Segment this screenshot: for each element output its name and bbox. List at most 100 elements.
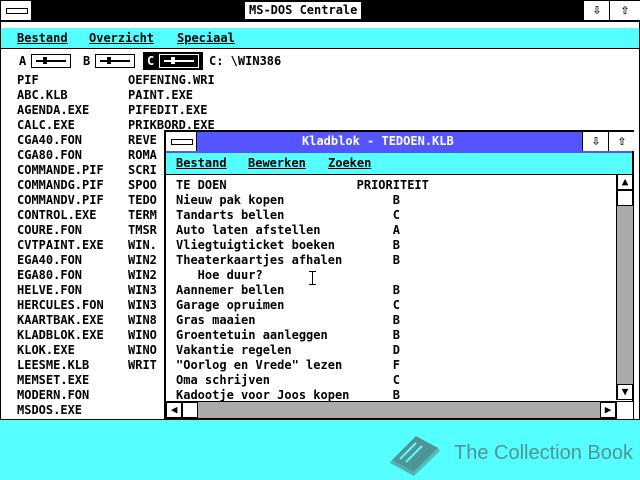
main-system-menu-button[interactable] [1, 1, 32, 20]
file-item[interactable]: WIN2 [128, 253, 157, 268]
up-arrow-icon: ▲ [621, 175, 629, 188]
minimize-arrow-icon: ⇩ [591, 133, 601, 149]
notepad-text-line: Kadootje voor Joos kopen B [176, 388, 400, 401]
main-menu-overzicht[interactable]: Overzicht [89, 30, 154, 46]
notepad-text-line: Tandarts bellen C [176, 208, 400, 222]
maximize-arrow-icon: ⇧ [620, 2, 630, 18]
notepad-title-bar[interactable]: Kladblok - TEDOEN.KLB ⇩ ⇧ [166, 132, 635, 154]
scroll-up-button[interactable]: ▲ [617, 174, 633, 190]
file-item[interactable]: CVTPAINT.EXE [17, 238, 104, 253]
file-list-col1: PIF ABC.KLB AGENDA.EXE CALC.EXE CGA40.FON CGA… [17, 73, 127, 418]
file-item[interactable]: ABC.KLB [17, 88, 68, 103]
file-item[interactable]: MEMSET.EXE [17, 373, 89, 388]
notepad-horizontal-scrollbar[interactable]: ◀ ▶ [166, 401, 616, 418]
file-item[interactable]: AGENDA.EXE [17, 103, 89, 118]
file-item[interactable]: PIF [17, 73, 39, 88]
file-item[interactable]: WINO [128, 343, 157, 358]
file-item[interactable]: REVE [128, 133, 157, 148]
notepad-text-line: "Oorlog en Vrede" lezen F [176, 358, 400, 372]
notepad-maximize-button[interactable]: ⇧ [608, 132, 635, 151]
drive-a-letter: A [19, 54, 27, 68]
vertical-scroll-thumb[interactable] [617, 190, 633, 206]
system-menu-icon [171, 139, 193, 145]
notepad-text-line: Auto laten afstellen A [176, 223, 400, 237]
main-minimize-button[interactable]: ⇩ [583, 1, 610, 20]
file-item[interactable]: COMMANDV.PIF [17, 193, 104, 208]
notepad-text-area[interactable]: TE DOEN PRIORITEIT Nieuw pak kopen B Tanda… [166, 175, 616, 401]
notepad-text-line: Hoe duur? [176, 268, 263, 282]
main-menu-bar: Bestand Overzicht Speciaal [1, 28, 639, 49]
file-item[interactable]: LEESME.KLB [17, 358, 89, 373]
book-icon [390, 436, 440, 476]
notepad-vertical-scrollbar[interactable]: ▲ ▼ [616, 174, 633, 400]
file-item[interactable]: MODERN.FON [17, 388, 89, 403]
notepad-minimize-button[interactable]: ⇩ [582, 132, 609, 151]
scroll-right-button[interactable]: ▶ [600, 402, 616, 418]
file-item[interactable]: KLADBLOK.EXE [17, 328, 104, 343]
file-item[interactable]: WINO [128, 328, 157, 343]
main-title-bar[interactable]: MS-DOS Centrale ⇩ ⇧ [1, 1, 640, 22]
notepad-system-menu-button[interactable] [166, 132, 197, 151]
file-item[interactable]: TMSR [128, 223, 157, 238]
file-item[interactable]: SPOO [128, 178, 157, 193]
file-item[interactable]: WIN3 [128, 298, 157, 313]
drive-a-icon [31, 54, 71, 68]
file-item[interactable]: WIN8 [128, 313, 157, 328]
notepad-text-line: TE DOEN PRIORITEIT [176, 178, 429, 192]
file-item[interactable]: ROMA [128, 148, 157, 163]
file-item[interactable]: WRIT [128, 358, 157, 373]
notepad-menu-zoeken[interactable]: Zoeken [328, 155, 371, 171]
file-item[interactable]: WIN2 [128, 268, 157, 283]
notepad-text-line: Oma schrijven C [176, 373, 400, 387]
drive-b-icon [95, 54, 135, 68]
file-item[interactable]: EGA80.FON [17, 268, 82, 283]
file-item[interactable]: TEDO [128, 193, 157, 208]
size-box[interactable] [616, 401, 633, 419]
file-item[interactable]: WIN. [128, 238, 157, 253]
current-path: C: \WIN386 [209, 54, 282, 68]
file-item[interactable]: PAINT.EXE [128, 88, 193, 103]
maximize-arrow-icon: ⇧ [617, 133, 627, 149]
file-item[interactable]: KAARTBAK.EXE [17, 313, 104, 328]
file-item[interactable]: CGA40.FON [17, 133, 82, 148]
drive-a[interactable]: A [19, 52, 75, 70]
file-item[interactable]: OEFENING.WRI [128, 73, 215, 88]
main-maximize-button[interactable]: ⇧ [609, 1, 640, 20]
file-item[interactable]: CGA80.FON [17, 148, 82, 163]
notepad-text-line: Groentetuin aanleggen B [176, 328, 400, 342]
drive-b[interactable]: B [83, 52, 139, 70]
right-arrow-icon: ▶ [604, 403, 612, 416]
kladblok-window: Kladblok - TEDOEN.KLB ⇩ ⇧ Bestand Bewerk… [164, 130, 635, 420]
notepad-menu-bar: Bestand Bewerken Zoeken [166, 153, 632, 175]
file-item[interactable]: HERCULES.FON [17, 298, 104, 313]
file-item[interactable]: HELVE.FON [17, 283, 82, 298]
file-item[interactable]: COMMANDG.PIF [17, 178, 104, 193]
file-item[interactable]: CONTROL.EXE [17, 208, 96, 223]
file-item[interactable]: SCRI [128, 163, 157, 178]
file-item[interactable]: COURE.FON [17, 223, 82, 238]
main-menu-speciaal[interactable]: Speciaal [177, 30, 235, 46]
watermark-text: The Collection Book [454, 442, 633, 464]
notepad-menu-bewerken[interactable]: Bewerken [248, 155, 306, 171]
scroll-down-button[interactable]: ▼ [617, 384, 633, 400]
notepad-text-line: Gras maaien B [176, 313, 400, 327]
notepad-text-line: Vakantie regelen D [176, 343, 400, 357]
horizontal-scroll-thumb[interactable] [182, 402, 198, 418]
text-cursor-icon [309, 271, 316, 285]
notepad-menu-bestand[interactable]: Bestand [176, 155, 227, 171]
file-item[interactable]: EGA40.FON [17, 253, 82, 268]
main-menu-bestand[interactable]: Bestand [17, 30, 68, 46]
file-item[interactable]: MSDOS.EXE [17, 403, 82, 418]
notepad-text-line: Aannemer bellen B [176, 283, 400, 297]
file-item[interactable]: PIFEDIT.EXE [128, 103, 207, 118]
file-item[interactable]: WIN3 [128, 283, 157, 298]
file-item[interactable]: TERM [128, 208, 157, 223]
file-item[interactable]: CALC.EXE [17, 118, 75, 133]
file-item[interactable]: COMMANDE.PIF [17, 163, 104, 178]
system-menu-icon [6, 8, 28, 14]
scroll-left-button[interactable]: ◀ [166, 402, 182, 418]
file-item[interactable]: KLOK.EXE [17, 343, 75, 358]
notepad-text-line: Nieuw pak kopen B [176, 193, 400, 207]
down-arrow-icon: ▼ [621, 385, 629, 398]
drive-c[interactable]: C [143, 52, 203, 70]
